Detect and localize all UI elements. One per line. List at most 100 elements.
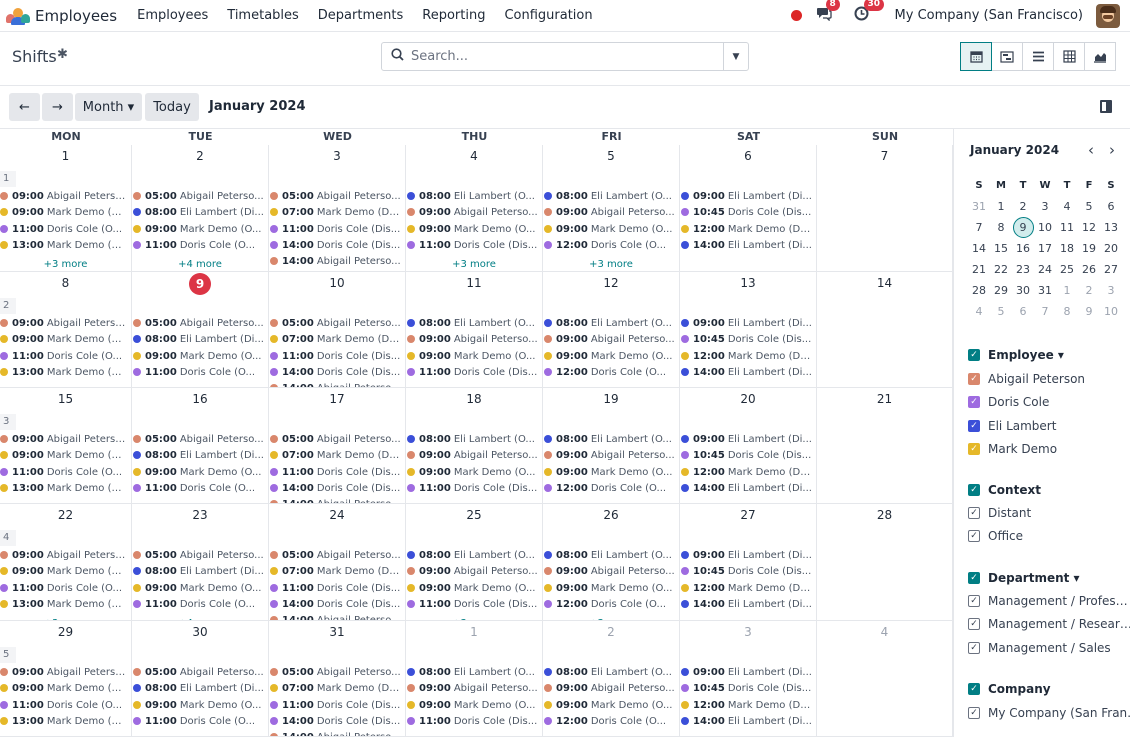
shift-event[interactable]: 12:00 Doris Cole (O... <box>544 238 675 254</box>
department-filter-item[interactable]: ✓ Management / Sales <box>968 641 1111 655</box>
shift-event[interactable]: 09:00 Eli Lambert (Di... <box>681 665 812 681</box>
shift-event[interactable]: 08:00 Eli Lambert (Di... <box>133 564 264 580</box>
day-cell[interactable]: 24 05:00 Abigail Peterso... 07:00 Mark Demo … <box>269 504 406 621</box>
shift-event[interactable]: 07:00 Mark Demo (Di... <box>270 448 401 464</box>
mini-prev-icon[interactable]: ‹ <box>1088 141 1094 159</box>
context-filter-header[interactable]: ✓ Context <box>968 483 1041 497</box>
department-filter-item[interactable]: ✓ Management / Profes… <box>968 594 1128 608</box>
shift-event[interactable]: 14:00Abigail Peterso... <box>270 381 401 387</box>
user-avatar[interactable] <box>1096 3 1120 28</box>
employee-filter-header[interactable]: ✓ Employee ▾ <box>968 348 1064 362</box>
shift-event[interactable]: 11:00 Doris Cole (O... <box>0 465 127 481</box>
shift-event[interactable]: 09:00 Mark Demo (O... <box>544 222 675 238</box>
day-number[interactable]: 5 <box>543 149 679 163</box>
shift-event[interactable]: 14:00 Eli Lambert (Di... <box>681 238 812 254</box>
shift-event[interactable]: 11:00 Doris Cole (O... <box>0 581 127 597</box>
shift-event[interactable]: 09:00 Abigail Peterso... <box>407 564 538 580</box>
shift-event[interactable]: 09:00 Abigail Peterso... <box>544 681 675 697</box>
day-cell[interactable]: 11 08:00 Eli Lambert (O... 09:00 Abigail Pet… <box>406 272 543 388</box>
shift-event[interactable]: 13:00 Mark Demo (O... <box>0 365 127 381</box>
mini-day[interactable]: 21 <box>968 259 990 280</box>
shift-event[interactable]: 14:00 Eli Lambert (Di... <box>681 597 812 613</box>
mini-day[interactable]: 3 <box>1100 280 1122 301</box>
shift-event[interactable]: 11:00 Doris Cole (Dis... <box>270 581 401 597</box>
day-cell[interactable]: 8 2 09:00 Abigail Peterso... 09:00 Mark Demo … <box>0 272 132 388</box>
mini-day[interactable]: 6 <box>1100 196 1122 217</box>
shift-event[interactable]: 08:00 Eli Lambert (Di... <box>133 448 264 464</box>
day-cell[interactable]: 5 08:00 Eli Lambert (O... 09:00 Abigail Pete… <box>543 145 680 272</box>
shift-event[interactable]: 08:00 Eli Lambert (O... <box>544 316 675 332</box>
day-number[interactable]: 2 <box>543 625 679 639</box>
day-cell[interactable]: 15 3 09:00 Abigail Peterso... 09:00 Mark Demo… <box>0 388 132 504</box>
app-name[interactable]: Employees <box>35 7 117 25</box>
day-number[interactable]: 22 <box>0 508 131 522</box>
mini-day[interactable]: 6 <box>1012 301 1034 322</box>
checkbox-icon[interactable]: ✓ <box>968 396 980 409</box>
shift-event[interactable]: 09:00 Abigail Peterso... <box>407 205 538 221</box>
shift-event[interactable]: 09:00 Abigail Peterso... <box>544 564 675 580</box>
day-number[interactable]: 7 <box>817 149 952 163</box>
mini-day[interactable]: 30 <box>1012 280 1034 301</box>
mini-day[interactable]: 2 <box>1078 280 1100 301</box>
day-number[interactable]: 8 <box>0 276 131 290</box>
shift-event[interactable]: 12:00 Mark Demo (Di... <box>681 581 812 597</box>
mini-day[interactable]: 13 <box>1100 217 1122 238</box>
mini-day[interactable]: 16 <box>1012 238 1034 259</box>
day-number[interactable]: 21 <box>817 392 952 406</box>
more-events-link[interactable]: +3 more <box>0 259 131 270</box>
shift-event[interactable]: 09:00 Mark Demo (O... <box>407 698 538 714</box>
shift-event[interactable]: 09:00 Mark Demo (O... <box>544 581 675 597</box>
day-cell[interactable]: 1 08:00 Eli Lambert (O... 09:00 Abigail Pete… <box>406 621 543 737</box>
shift-event[interactable]: 14:00 Doris Cole (Dis... <box>270 365 401 381</box>
mini-day[interactable]: 4 <box>968 301 990 322</box>
shift-event[interactable]: 09:00 Abigail Peterso... <box>0 432 127 448</box>
shift-event[interactable]: 10:45 Doris Cole (Dis... <box>681 564 812 580</box>
day-number[interactable]: 10 <box>269 276 405 290</box>
more-events-link[interactable]: +3 more <box>406 259 542 270</box>
shift-event[interactable]: 11:00 Doris Cole (O... <box>0 698 127 714</box>
mini-day[interactable]: 1 <box>1056 280 1078 301</box>
shift-event[interactable]: 05:00 Abigail Peterso... <box>270 548 401 564</box>
checkbox-icon[interactable]: ✓ <box>968 641 980 654</box>
shift-event[interactable]: 09:00 Mark Demo (O... <box>407 222 538 238</box>
shift-event[interactable]: 09:00 Mark Demo (O... <box>133 465 264 481</box>
shift-event[interactable]: 14:00Abigail Peterso... <box>270 497 401 503</box>
shift-event[interactable]: 14:00Abigail Peterso... <box>270 730 401 736</box>
shift-event[interactable]: 11:00 Doris Cole (O... <box>0 222 127 238</box>
shift-event[interactable]: 11:00 Doris Cole (Dis... <box>270 698 401 714</box>
checkbox-icon[interactable]: ✓ <box>968 349 980 361</box>
gantt-view-button[interactable] <box>991 42 1023 71</box>
shift-event[interactable]: 11:00 Doris Cole (O... <box>133 714 264 730</box>
menu-configuration[interactable]: Configuration <box>504 8 592 23</box>
list-view-button[interactable] <box>1022 42 1054 71</box>
day-cell[interactable]: 3 09:00 Eli Lambert (Di... 10:45 Doris Cole … <box>680 621 817 737</box>
mini-day[interactable]: 17 <box>1034 238 1056 259</box>
shift-event[interactable]: 09:00 Mark Demo (O... <box>407 349 538 365</box>
shift-event[interactable]: 07:00 Mark Demo (Di... <box>270 564 401 580</box>
shift-event[interactable]: 10:45 Doris Cole (Dis... <box>681 681 812 697</box>
day-cell[interactable]: 14 <box>817 272 953 388</box>
day-number[interactable]: 3 <box>680 625 816 639</box>
shift-event[interactable]: 09:00 Mark Demo (O... <box>133 349 264 365</box>
shift-event[interactable]: 14:00 Eli Lambert (Di... <box>681 714 812 730</box>
shift-event[interactable]: 12:00 Doris Cole (O... <box>544 714 675 730</box>
mini-day[interactable]: 3 <box>1034 196 1056 217</box>
shift-event[interactable]: 12:00 Doris Cole (O... <box>544 481 675 497</box>
day-number[interactable]: 17 <box>269 392 405 406</box>
shift-event[interactable]: 14:00Abigail Peterso... <box>270 254 401 270</box>
today-button[interactable]: Today <box>145 93 199 121</box>
shift-event[interactable]: 09:00 Eli Lambert (Di... <box>681 189 812 205</box>
shift-event[interactable]: 13:00 Mark Demo (O... <box>0 714 127 730</box>
mini-day[interactable]: 1 <box>990 196 1012 217</box>
day-cell[interactable]: 12 08:00 Eli Lambert (O... 09:00 Abigail Pet… <box>543 272 680 388</box>
menu-timetables[interactable]: Timetables <box>227 8 299 23</box>
shift-event[interactable]: 14:00 Doris Cole (Dis... <box>270 238 401 254</box>
shift-event[interactable]: 08:00 Eli Lambert (Di... <box>133 205 264 221</box>
shift-event[interactable]: 09:00 Abigail Peterso... <box>544 448 675 464</box>
day-number[interactable]: 6 <box>680 149 816 163</box>
shift-event[interactable]: 05:00 Abigail Peterso... <box>133 189 264 205</box>
shift-event[interactable]: 05:00 Abigail Peterso... <box>133 665 264 681</box>
shift-event[interactable]: 11:00 Doris Cole (Dis... <box>407 238 538 254</box>
pivot-view-button[interactable] <box>1053 42 1085 71</box>
day-number[interactable]: 4 <box>406 149 542 163</box>
